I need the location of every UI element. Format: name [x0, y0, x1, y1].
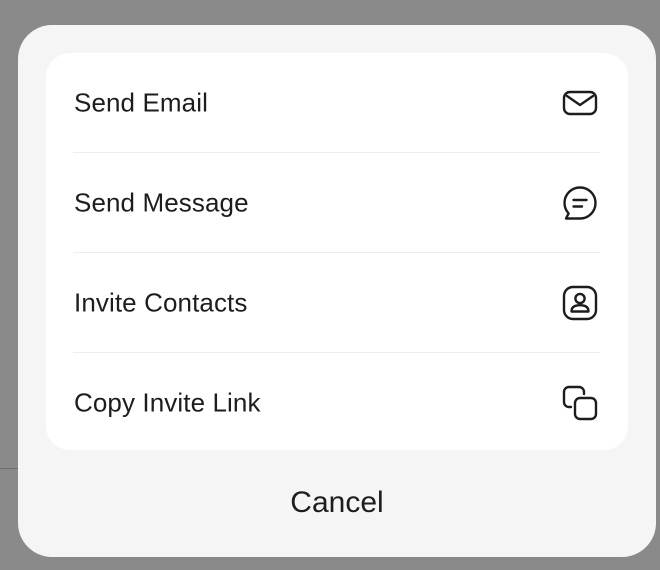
action-sheet: Send Email Send Message Invite Contacts … — [18, 25, 656, 557]
mail-icon — [560, 83, 600, 123]
send-email-label: Send Email — [74, 87, 208, 117]
send-message-button[interactable]: Send Message — [46, 153, 628, 252]
cancel-button[interactable]: Cancel — [18, 462, 656, 544]
invite-contacts-label: Invite Contacts — [74, 287, 248, 317]
copy-icon — [560, 383, 600, 423]
contact-icon — [560, 283, 600, 323]
copy-invite-link-button[interactable]: Copy Invite Link — [46, 353, 628, 452]
action-list: Send Email Send Message Invite Contacts … — [46, 53, 628, 450]
backdrop-divider — [0, 468, 18, 469]
send-message-label: Send Message — [74, 187, 249, 217]
message-icon — [560, 183, 600, 223]
send-email-button[interactable]: Send Email — [46, 53, 628, 152]
invite-contacts-button[interactable]: Invite Contacts — [46, 253, 628, 352]
copy-invite-link-label: Copy Invite Link — [74, 387, 261, 417]
